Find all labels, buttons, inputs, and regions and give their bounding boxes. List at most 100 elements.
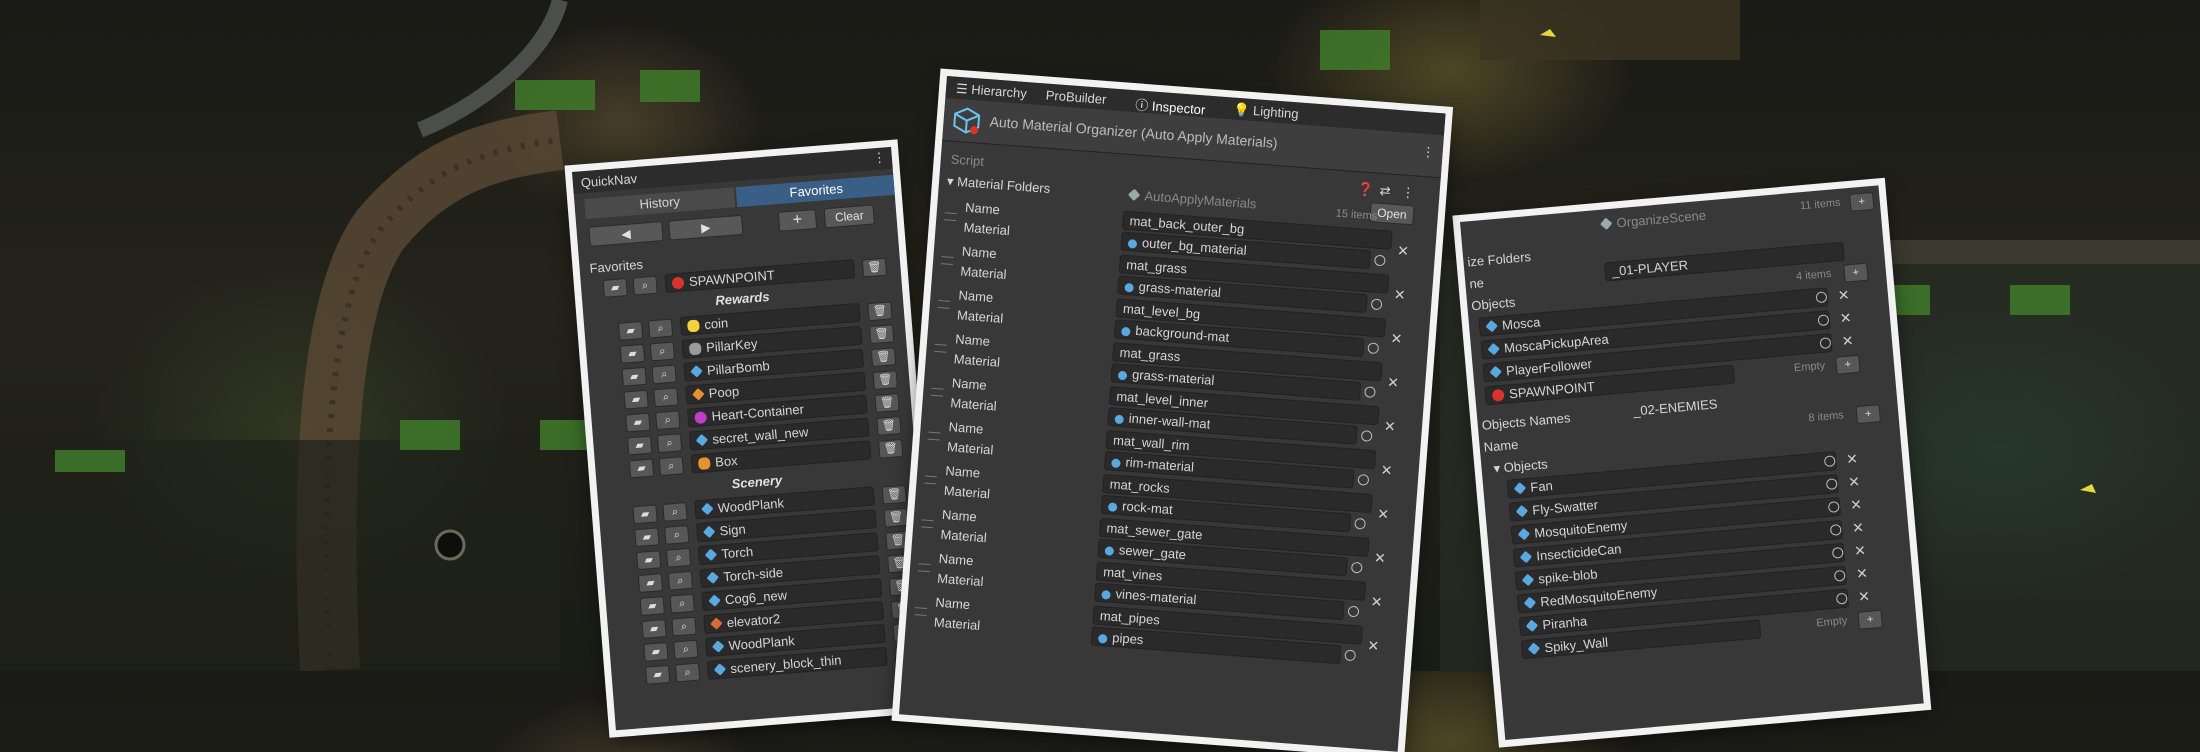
remove-icon[interactable]: ✕ xyxy=(1373,549,1387,567)
remove-icon[interactable]: ✕ xyxy=(1845,450,1858,468)
folder-icon[interactable]: ▰ xyxy=(627,435,653,456)
window-menu-icon[interactable]: ⋮ xyxy=(872,149,886,166)
search-icon[interactable]: ⌕ xyxy=(653,387,679,408)
clear-button[interactable]: Clear xyxy=(823,204,876,229)
remove-icon[interactable]: ✕ xyxy=(1393,286,1406,304)
remove-icon[interactable]: ✕ xyxy=(1851,519,1864,537)
add-button[interactable]: + xyxy=(1843,262,1869,283)
remove-icon[interactable]: ✕ xyxy=(1841,332,1854,350)
folder-icon[interactable]: ▰ xyxy=(641,619,667,639)
search-icon[interactable]: ⌕ xyxy=(673,639,699,660)
folder-icon[interactable]: ▰ xyxy=(617,320,644,341)
trash-icon[interactable]: 🗑 xyxy=(874,393,900,413)
remove-icon[interactable]: ✕ xyxy=(1855,565,1868,583)
folder-icon[interactable]: ▰ xyxy=(643,641,669,662)
target-icon[interactable] xyxy=(1354,517,1366,530)
remove-icon[interactable]: ✕ xyxy=(1377,506,1390,524)
forward-button[interactable]: ▶ xyxy=(668,214,744,241)
folder-icon[interactable]: ▰ xyxy=(632,504,658,525)
trash-icon[interactable]: 🗑 xyxy=(885,530,911,551)
target-icon[interactable] xyxy=(1364,386,1376,399)
component-menu-icon[interactable]: ⋮ xyxy=(1421,144,1435,161)
search-icon[interactable]: ⌕ xyxy=(667,570,694,591)
back-button[interactable]: ◀ xyxy=(588,221,664,247)
trash-icon[interactable]: 🗑 xyxy=(883,507,909,528)
folder-icon[interactable]: ▰ xyxy=(645,664,671,685)
folder-icon[interactable]: ▰ xyxy=(637,573,664,594)
remove-icon[interactable]: ✕ xyxy=(1367,637,1380,655)
target-icon[interactable] xyxy=(1370,298,1383,311)
remove-icon[interactable]: ✕ xyxy=(1849,496,1862,514)
target-icon[interactable] xyxy=(1357,473,1370,486)
remove-icon[interactable]: ✕ xyxy=(1847,473,1860,491)
drag-handle-icon[interactable] xyxy=(934,343,947,353)
drag-handle-icon[interactable] xyxy=(940,256,954,265)
drag-handle-icon[interactable] xyxy=(930,387,944,397)
target-icon[interactable] xyxy=(1373,254,1386,267)
search-icon[interactable]: ⌕ xyxy=(664,524,690,545)
search-icon[interactable]: ⌕ xyxy=(656,433,683,454)
tab-probuilder[interactable]: ProBuilder xyxy=(1045,87,1107,107)
trash-icon[interactable]: 🗑 xyxy=(881,484,907,505)
more-icon[interactable]: ⋮ xyxy=(1401,184,1415,201)
remove-icon[interactable]: ✕ xyxy=(1839,309,1852,327)
search-icon[interactable]: ⌕ xyxy=(669,593,695,614)
trash-icon[interactable]: 🗑 xyxy=(876,416,902,436)
search-icon[interactable]: ⌕ xyxy=(647,318,674,339)
folder-icon[interactable]: ▰ xyxy=(625,412,651,433)
target-icon[interactable] xyxy=(1350,561,1363,574)
remove-icon[interactable]: ✕ xyxy=(1370,593,1383,611)
folder-icon[interactable]: ▰ xyxy=(639,596,665,616)
drag-handle-icon[interactable] xyxy=(937,299,951,309)
trash-icon[interactable]: 🗑 xyxy=(869,324,895,345)
trash-icon[interactable]: 🗑 xyxy=(870,347,897,368)
remove-icon[interactable]: ✕ xyxy=(1383,418,1396,436)
drag-handle-icon[interactable] xyxy=(917,563,931,573)
remove-icon[interactable]: ✕ xyxy=(1837,286,1850,304)
add-button[interactable]: + xyxy=(1857,609,1883,630)
add-button[interactable]: + xyxy=(1855,404,1882,425)
search-icon[interactable]: ⌕ xyxy=(662,502,688,522)
add-favorite-button[interactable]: + xyxy=(777,208,818,232)
folder-icon[interactable]: ▰ xyxy=(628,458,655,479)
drag-handle-icon[interactable] xyxy=(914,607,928,616)
remove-icon[interactable]: ✕ xyxy=(1387,374,1400,392)
settings-icon[interactable]: ⇄ xyxy=(1379,183,1391,200)
search-icon[interactable]: ⌕ xyxy=(671,616,697,637)
trash-icon[interactable]: 🗑 xyxy=(867,301,893,322)
trash-icon[interactable]: 🗑 xyxy=(887,553,913,574)
target-icon[interactable] xyxy=(1360,430,1373,442)
search-icon[interactable]: ⌕ xyxy=(649,341,676,362)
quicknav-title[interactable]: QuickNav xyxy=(580,171,637,190)
folder-icon[interactable]: ▰ xyxy=(621,366,647,387)
help-icon[interactable]: ❓ xyxy=(1357,181,1374,198)
search-icon[interactable]: ⌕ xyxy=(632,275,658,296)
trash-icon[interactable]: 🗑 xyxy=(872,370,898,390)
trash-icon[interactable]: 🗑 xyxy=(861,257,888,278)
remove-icon[interactable]: ✕ xyxy=(1380,462,1393,480)
target-icon[interactable] xyxy=(1367,342,1380,355)
remove-icon[interactable]: ✕ xyxy=(1397,242,1410,260)
drag-handle-icon[interactable] xyxy=(924,475,937,485)
drag-handle-icon[interactable] xyxy=(944,212,957,222)
folder-icon[interactable]: ▰ xyxy=(636,550,662,571)
search-icon[interactable]: ⌕ xyxy=(658,456,685,477)
folder-icon[interactable]: ▰ xyxy=(623,389,649,410)
search-icon[interactable]: ⌕ xyxy=(665,547,692,568)
drag-handle-icon[interactable] xyxy=(921,519,934,529)
folder-icon[interactable]: ▰ xyxy=(634,527,660,548)
target-icon[interactable] xyxy=(1344,649,1357,662)
drag-handle-icon[interactable] xyxy=(927,431,941,441)
remove-icon[interactable]: ✕ xyxy=(1390,330,1403,348)
target-icon[interactable] xyxy=(1347,605,1360,618)
folder-icon[interactable]: ▰ xyxy=(619,343,646,364)
add-button[interactable]: + xyxy=(1849,191,1875,212)
add-button[interactable]: + xyxy=(1835,354,1861,375)
remove-icon[interactable]: ✕ xyxy=(1853,542,1866,560)
search-icon[interactable]: ⌕ xyxy=(674,662,701,683)
remove-icon[interactable]: ✕ xyxy=(1857,588,1870,606)
search-icon[interactable]: ⌕ xyxy=(651,364,677,385)
trash-icon[interactable]: 🗑 xyxy=(878,438,904,459)
search-icon[interactable]: ⌕ xyxy=(655,410,681,431)
tab-favorites[interactable]: Favorites xyxy=(735,174,897,208)
